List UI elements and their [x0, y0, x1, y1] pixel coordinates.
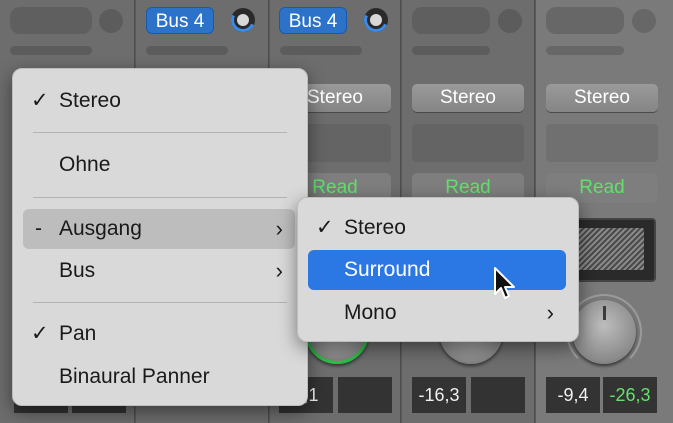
checkmark-icon: ✓ [31, 322, 49, 345]
menu-item-label: Stereo [59, 89, 121, 112]
menu-item-label: Stereo [344, 216, 406, 239]
menu-separator [33, 302, 287, 303]
submenu-item-stereo[interactable]: ✓ Stereo [308, 208, 566, 248]
menu-item-ausgang[interactable]: - Ausgang › [23, 209, 295, 249]
peak-readout[interactable] [471, 377, 525, 413]
bus-slot-empty[interactable] [546, 7, 624, 34]
chevron-right-icon: › [275, 216, 283, 241]
menu-item-label: Binaural Panner [59, 365, 210, 388]
mixed-state-icon: - [35, 217, 42, 240]
bus-slot-empty[interactable] [412, 7, 490, 34]
menu-item-label: Ohne [59, 153, 111, 176]
peak-readout[interactable] [338, 377, 392, 413]
chevron-right-icon: › [546, 300, 554, 325]
menu-item-label: Bus [59, 259, 96, 282]
cursor-icon [494, 267, 515, 299]
volume-readout[interactable]: -16,3 [412, 377, 466, 413]
menu-separator [33, 197, 287, 198]
channel-format-menu: ✓ Stereo Ohne - Ausgang › Bus › ✓ Pan Bi… [12, 68, 308, 406]
send-slot[interactable] [280, 46, 362, 55]
chevron-right-icon: › [275, 258, 283, 283]
menu-item-binaural-panner[interactable]: Binaural Panner [23, 357, 295, 397]
pan-knob-small[interactable] [498, 9, 522, 33]
format-button[interactable]: Stereo [546, 84, 658, 112]
menu-item-label: Surround [344, 258, 431, 281]
send-slot[interactable] [146, 46, 228, 55]
peak-readout[interactable]: -26,3 [603, 377, 657, 413]
checkmark-icon: ✓ [316, 216, 334, 239]
submenu-item-mono[interactable]: Mono › [308, 293, 566, 333]
output-submenu: ✓ Stereo Surround Mono › [297, 197, 579, 342]
menu-item-stereo[interactable]: ✓ Stereo [23, 81, 295, 121]
menu-item-ohne[interactable]: Ohne [23, 145, 295, 185]
pan-knob-small[interactable] [632, 9, 656, 33]
send-slot[interactable] [10, 46, 92, 55]
pan-knob-small[interactable] [99, 9, 123, 33]
menu-item-label: Pan [59, 322, 97, 345]
send-slot[interactable] [412, 46, 490, 55]
format-button[interactable]: Stereo [412, 84, 524, 112]
plugin-slot[interactable] [412, 124, 524, 162]
amp-icon[interactable] [566, 218, 656, 282]
menu-item-label: Mono [344, 301, 397, 324]
send-level-knob[interactable] [227, 4, 259, 36]
send-slot[interactable] [546, 46, 624, 55]
plugin-slot[interactable] [546, 124, 658, 162]
checkmark-icon: ✓ [31, 89, 49, 112]
menu-separator [33, 132, 287, 133]
menu-item-pan[interactable]: ✓ Pan [23, 314, 295, 354]
amp-grill [574, 228, 644, 270]
menu-item-label: Ausgang [59, 217, 142, 240]
bus-button[interactable]: Bus 4 [146, 7, 214, 34]
submenu-item-surround[interactable]: Surround [308, 250, 566, 290]
bus-slot-empty[interactable] [10, 7, 92, 34]
menu-item-bus[interactable]: Bus › [23, 251, 295, 291]
send-level-knob[interactable] [360, 4, 392, 36]
volume-readout[interactable]: -9,4 [546, 377, 600, 413]
bus-button[interactable]: Bus 4 [279, 7, 347, 34]
